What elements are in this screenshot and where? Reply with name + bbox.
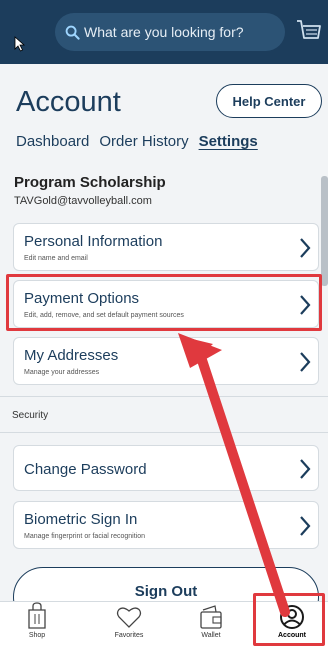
change-password-item[interactable]: Change Password — [13, 445, 319, 491]
tab-order-history[interactable]: Order History — [99, 133, 188, 150]
chevron-right-icon — [300, 459, 311, 479]
scrollbar[interactable] — [321, 176, 328, 286]
item-title: Change Password — [24, 461, 147, 478]
item-title: Biometric Sign In — [24, 511, 138, 528]
user-name: Program Scholarship — [14, 174, 166, 191]
item-subtitle: Edit name and email — [24, 255, 88, 262]
my-addresses-item[interactable]: My Addresses Manage your addresses — [13, 337, 319, 385]
item-subtitle: Manage your addresses — [24, 369, 100, 376]
divider — [0, 396, 328, 397]
wallet-icon — [200, 605, 222, 629]
nav-label: Shop — [28, 632, 46, 639]
chevron-right-icon — [300, 238, 311, 258]
divider — [0, 432, 328, 433]
nav-shop[interactable]: Shop — [2, 602, 72, 647]
item-title: My Addresses — [24, 347, 119, 364]
chevron-right-icon — [300, 352, 311, 372]
chevron-right-icon — [300, 516, 311, 536]
security-section-label: Security — [12, 410, 49, 421]
page-title: Account — [16, 86, 121, 118]
user-email: TAVGold@tavvolleyball.com — [14, 195, 152, 207]
top-bar: What are you looking for? — [0, 0, 328, 64]
nav-wallet[interactable]: Wallet — [176, 602, 246, 647]
personal-information-item[interactable]: Personal Information Edit name and email — [13, 223, 319, 271]
biometric-sign-in-item[interactable]: Biometric Sign In Manage fingerprint or … — [13, 501, 319, 549]
account-tabs: Dashboard Order History Settings — [16, 133, 268, 150]
account-page: Account Help Center Dashboard Order Hist… — [0, 64, 328, 601]
item-subtitle: Manage fingerprint or facial recognition — [24, 533, 146, 540]
search-placeholder: What are you looking for? — [84, 24, 244, 40]
help-center-button[interactable]: Help Center — [216, 84, 322, 118]
heart-icon — [116, 607, 142, 628]
tab-settings[interactable]: Settings — [199, 133, 258, 150]
nav-label: Favorites — [114, 632, 144, 639]
item-title: Personal Information — [24, 233, 163, 250]
search-icon — [65, 25, 80, 40]
payment-options-highlight — [6, 274, 322, 331]
shopping-bag-icon — [28, 602, 46, 629]
account-tab-highlight — [253, 593, 325, 646]
nav-favorites[interactable]: Favorites — [94, 602, 164, 647]
tab-dashboard[interactable]: Dashboard — [16, 133, 89, 150]
search-input[interactable]: What are you looking for? — [55, 13, 285, 51]
cart-icon[interactable] — [296, 18, 322, 46]
nav-label: Wallet — [201, 632, 221, 639]
cursor-icon — [14, 36, 26, 52]
